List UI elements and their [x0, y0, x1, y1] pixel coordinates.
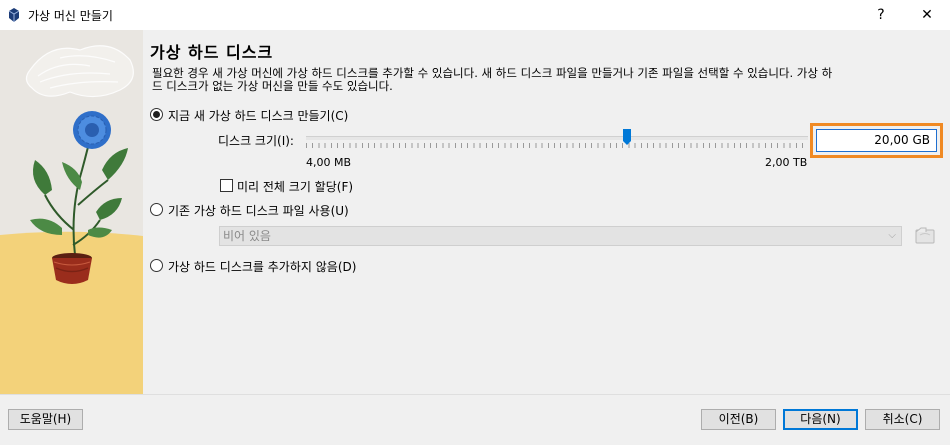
create-new-disk-label[interactable]: 지금 새 가상 하드 디스크 만들기(C): [168, 107, 348, 124]
disk-size-max-label: 2,00 TB: [765, 156, 808, 169]
cancel-button[interactable]: 취소(C): [865, 409, 940, 430]
button-bar: 도움말(H) 이전(B) 다음(N) 취소(C): [0, 394, 950, 445]
disk-size-slider-track[interactable]: [306, 136, 808, 140]
close-button[interactable]: ✕: [904, 0, 950, 30]
folder-icon[interactable]: [914, 224, 936, 246]
chevron-down-icon: ⌵: [888, 230, 896, 241]
no-disk-radio[interactable]: [150, 259, 163, 272]
wizard-illustration: [0, 30, 143, 394]
plant-pot: [52, 253, 92, 284]
title-bar: 가상 머신 만들기 ? ✕: [0, 0, 950, 30]
disk-size-label: 디스크 크기(I):: [218, 134, 294, 148]
disk-size-slider-ticks: [306, 143, 808, 148]
page-heading: 가상 하드 디스크: [150, 43, 274, 62]
virtualbox-logo-icon: [8, 8, 20, 22]
disk-size-slider-thumb[interactable]: [623, 129, 631, 145]
existing-disk-select-value: 비어 있음: [223, 229, 271, 243]
create-new-disk-radio[interactable]: [150, 108, 163, 121]
use-existing-disk-radio[interactable]: [150, 203, 163, 216]
preallocate-checkbox[interactable]: [220, 179, 233, 192]
plant-illustration: [0, 30, 143, 394]
page-description: 필요한 경우 새 가상 머신에 가상 하드 디스크를 추가할 수 있습니다. 새…: [152, 66, 833, 93]
use-existing-disk-label[interactable]: 기존 가상 하드 디스크 파일 사용(U): [168, 202, 349, 219]
existing-disk-select[interactable]: 비어 있음 ⌵: [219, 226, 902, 246]
window-title: 가상 머신 만들기: [28, 9, 113, 23]
wizard-content: 가상 하드 디스크 필요한 경우 새 가상 머신에 가상 하드 디스크를 추가할…: [143, 30, 950, 394]
disk-size-min-label: 4,00 MB: [306, 156, 352, 169]
help-button[interactable]: 도움말(H): [8, 409, 83, 430]
flower-graphic: [73, 111, 111, 149]
disk-size-input[interactable]: 20,00 GB: [816, 129, 937, 152]
no-disk-label[interactable]: 가상 하드 디스크를 추가하지 않음(D): [168, 258, 356, 275]
help-title-button[interactable]: ?: [858, 0, 904, 30]
back-button[interactable]: 이전(B): [701, 409, 776, 430]
next-button[interactable]: 다음(N): [783, 409, 858, 430]
preallocate-label[interactable]: 미리 전체 크기 할당(F): [237, 178, 353, 195]
